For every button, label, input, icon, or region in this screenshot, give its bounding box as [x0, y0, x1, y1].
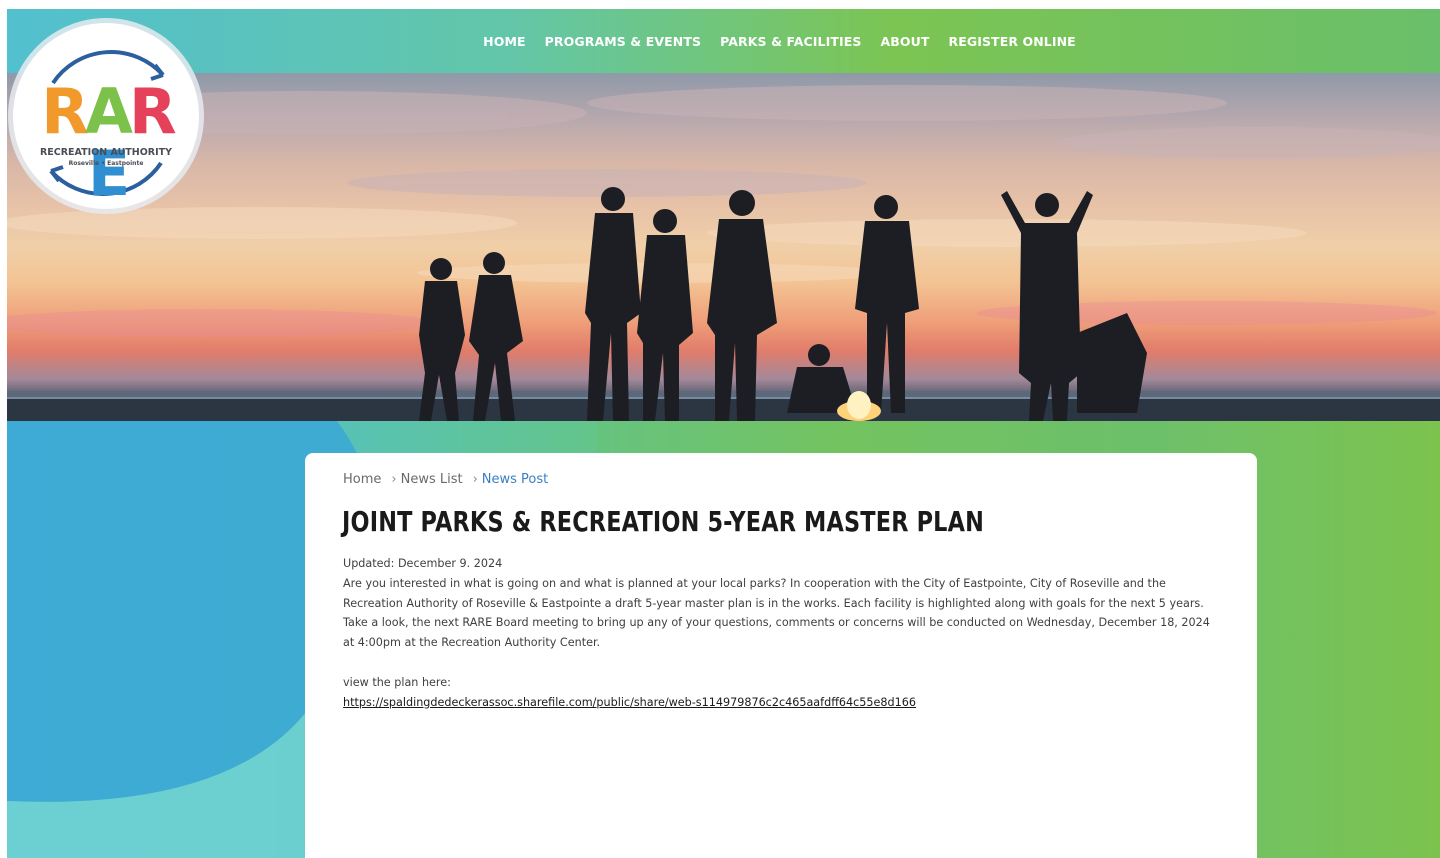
top-navbar: HOME PROGRAMS & EVENTS PARKS & FACILITIE… [7, 9, 1440, 73]
breadcrumb-separator: › [391, 472, 397, 487]
post-body-line: at 4:00pm at the Recreation Authority Ce… [343, 636, 601, 650]
breadcrumb-home[interactable]: Home [343, 472, 381, 487]
nav-programs-events[interactable]: PROGRAMS & EVENTS [535, 34, 710, 49]
post-body-line: Recreation Authority of Roseville & East… [343, 596, 1204, 610]
logo-letter-a: A [85, 75, 133, 148]
post-body-line: Take a look, the next RARE Board meeting… [343, 616, 1210, 630]
breadcrumb-separator: › [472, 472, 478, 487]
nav-parks-facilities[interactable]: PARKS & FACILITIES [711, 34, 871, 49]
logo-subtitle: Roseville • Eastpointe [68, 160, 144, 167]
page-frame: HOME PROGRAMS & EVENTS PARKS & FACILITIE… [7, 9, 1440, 858]
breadcrumb: Home › News List › News Post [343, 472, 548, 487]
nav-home[interactable]: HOME [474, 34, 535, 49]
post-title: JOINT PARKS & RECREATION 5-YEAR MASTER P… [342, 505, 984, 538]
logo-tagline: RECREATION AUTHORITY [39, 147, 173, 158]
logo-letter-r: R [41, 75, 89, 148]
breadcrumb-news-list[interactable]: News List [401, 472, 463, 487]
breadcrumb-news-post: News Post [481, 472, 549, 487]
rare-logo[interactable]: RARE RECREATION AUTHORITY Roseville • Ea… [13, 23, 199, 209]
logo-wordmark: RARE [27, 81, 187, 205]
hero-image [7, 85, 1440, 421]
post-link-intro: view the plan here: [343, 675, 451, 689]
post-body-line: Are you interested in what is going on a… [343, 576, 1166, 590]
nav-about[interactable]: ABOUT [871, 34, 939, 49]
news-post-card: Home › News List › News Post JOINT PARKS & R… [305, 453, 1257, 858]
hero-banner [7, 73, 1440, 421]
main-nav: HOME PROGRAMS & EVENTS PARKS & FACILITIE… [7, 9, 1440, 73]
post-body: Updated: December 9. 2024 Are you intere… [343, 554, 1223, 712]
master-plan-link[interactable]: https://spaldingdedeckerassoc.sharefile.… [343, 696, 916, 709]
nav-register-online[interactable]: REGISTER ONLINE [939, 34, 1085, 49]
post-updated-date: Updated: December 9. 2024 [343, 557, 503, 570]
logo-letter-r2: R [128, 75, 177, 148]
